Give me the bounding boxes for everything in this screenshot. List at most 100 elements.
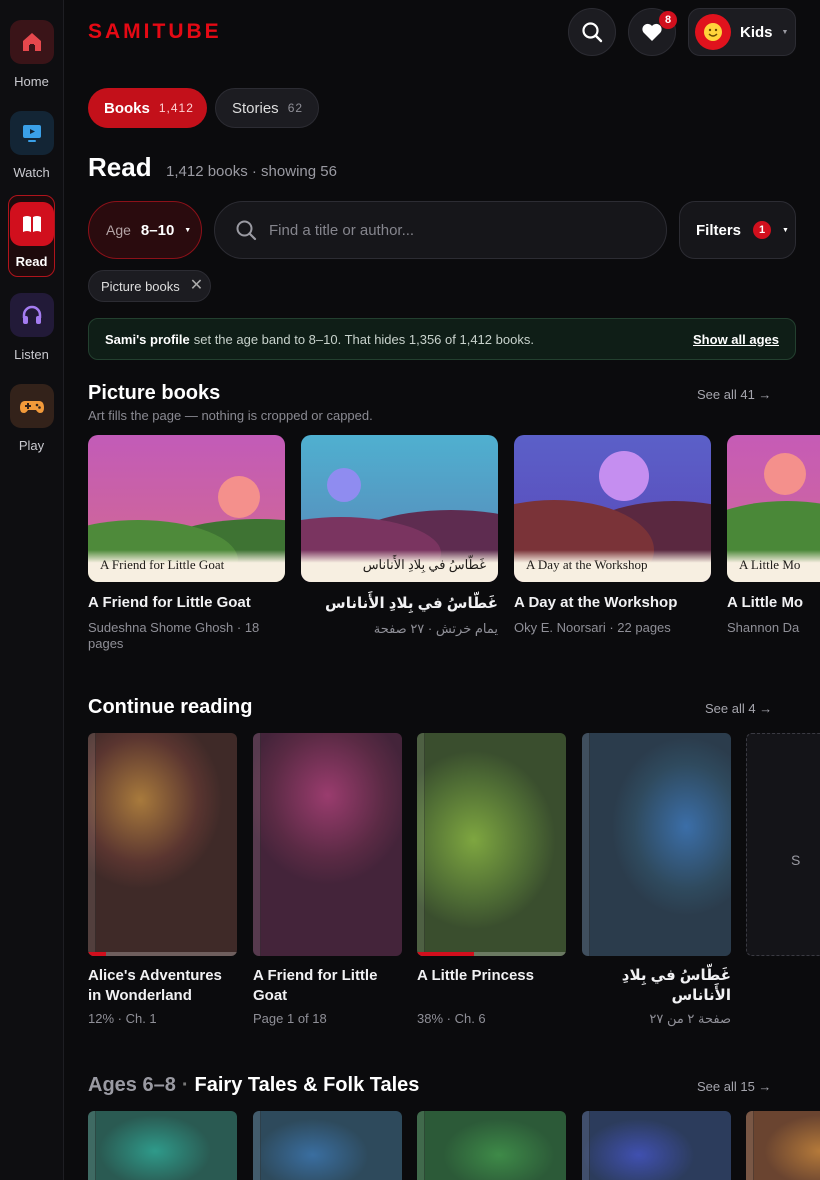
age-value: 8–10	[140, 221, 175, 239]
avatar	[695, 14, 731, 50]
sidebar-item-listen[interactable]: Listen	[0, 293, 63, 362]
section-title: Ages 6–8 · Fairy Tales & Folk Tales	[88, 1074, 419, 1097]
search-icon	[236, 220, 257, 241]
home-icon	[9, 20, 54, 64]
tab-count: 62	[287, 101, 304, 115]
book-cover: A Little Mo	[727, 435, 820, 582]
book-card[interactable]: غَطّاسُ في بِلادِ الأَناناس غَطّاسُ في ب…	[301, 435, 498, 637]
filters-label: Filters	[696, 221, 742, 239]
tab-label: Stories	[232, 99, 279, 117]
profile-switcher[interactable]: Kids ▼	[688, 8, 796, 56]
see-all-fairy-tales-link[interactable]: See all 15 →	[697, 1079, 771, 1094]
see-more-label: S	[791, 852, 801, 868]
chevron-down-icon: ▼	[781, 28, 789, 36]
chevron-down-icon: ▼	[782, 226, 789, 234]
sidebar-item-label: Home	[14, 74, 49, 89]
cover-title: A Friend for Little Goat	[100, 557, 225, 572]
sidebar-item-play[interactable]: Play	[0, 384, 63, 453]
brand-logo[interactable]: SAMITUBE	[88, 20, 222, 44]
section-title: Picture books	[88, 382, 221, 404]
see-all-picture-books-link[interactable]: See all 41 →	[697, 387, 771, 402]
reading-card[interactable]: غَطّاسُ في بِلادِ الأَناناس	[582, 733, 731, 1006]
book-cover: غَطّاسُ في بِلادِ الأَناناس	[301, 435, 498, 582]
book-card[interactable]: A Friend for Little Goat A Friend for Li…	[88, 435, 285, 652]
book-title: A Little Princess	[417, 967, 534, 984]
notice-profile: Sami's profile	[105, 331, 190, 347]
reading-card[interactable]: Alice's Adventures in Wonderland	[88, 733, 237, 1006]
book-cover: A Day at the Workshop	[514, 435, 711, 582]
book-title: A Little Mo	[727, 594, 804, 611]
tv-icon	[9, 111, 54, 155]
sidebar-item-label: Listen	[14, 347, 49, 362]
book-meta: Oky E. Noorsari · 22 pages	[514, 620, 671, 635]
sidebar-item-home[interactable]: Home	[0, 20, 63, 89]
sidebar-item-label: Read	[15, 254, 48, 269]
active-filter-chip: Picture books ✕	[88, 270, 211, 302]
book-cover: A Friend for Little Goat	[88, 435, 285, 582]
reading-progress-bar	[417, 952, 566, 956]
page-title: Read	[88, 152, 152, 182]
book-title: Alice's Adventures in Wonderland	[88, 967, 222, 1004]
reading-card[interactable]: A Little Princess	[417, 733, 566, 986]
book-cover	[88, 733, 237, 956]
favorites-button[interactable]: 8	[628, 8, 677, 56]
cover-title: A Little Mo	[739, 557, 801, 572]
sidebar-item-read[interactable]: Read	[8, 195, 55, 277]
filters-button[interactable]: Filters 1 ▼	[679, 201, 796, 259]
sidebar-item-watch[interactable]: Watch	[0, 111, 63, 180]
book-cover	[417, 733, 566, 956]
section-title: Continue reading	[88, 696, 253, 718]
picture-books-row: A Friend for Little Goat A Friend for Li…	[88, 435, 820, 660]
favorites-count-badge: 8	[659, 11, 677, 29]
gamepad-icon	[9, 384, 54, 428]
chip-label: Picture books	[101, 278, 180, 294]
book-meta: يمام خرتش · ٢٧ صفحة	[373, 621, 498, 636]
book-cover	[253, 733, 402, 956]
book-title: A Friend for Little Goat	[253, 967, 378, 1004]
book-cover	[582, 733, 731, 956]
book-meta: Shannon Da	[727, 620, 800, 635]
search-button[interactable]	[568, 8, 616, 56]
age-label: Age	[106, 222, 131, 238]
close-icon[interactable]: ✕	[190, 278, 203, 294]
reading-progress-bar	[88, 952, 237, 956]
separator: ·	[181, 1074, 189, 1096]
sidebar-item-label: Watch	[13, 165, 50, 180]
tab-books[interactable]: Books 1,412	[88, 88, 207, 128]
book-icon	[9, 202, 54, 246]
continue-reading-row: Alice's Adventures in Wonderland 12% · C…	[88, 733, 820, 1033]
tab-count: 1,412	[158, 101, 194, 115]
search-icon	[582, 22, 603, 43]
book-title: A Friend for Little Goat	[88, 594, 251, 611]
see-all-continue-reading-link[interactable]: See all 4 →	[705, 701, 772, 716]
section-age-band: Ages 6–8	[88, 1074, 176, 1096]
search-input[interactable]	[269, 221, 629, 239]
cover-title: غَطّاسُ في بِلادِ الأَناناس	[362, 557, 486, 572]
notice-message: set the age band to 8–10. That hides 1,3…	[193, 331, 534, 347]
results-summary: 1,412 books · showing 56	[166, 163, 337, 180]
book-title: غَطّاسُ في بِلادِ الأَناناس	[325, 595, 498, 612]
profile-name: Kids	[740, 23, 773, 41]
section-name: Fairy Tales & Folk Tales	[194, 1074, 420, 1096]
sidebar: Home Watch Read Listen Play	[0, 0, 64, 1180]
book-card[interactable]: A Little Mo A Little Mo Shannon Da	[727, 435, 820, 636]
reading-card[interactable]: A Friend for Little Goat	[253, 733, 402, 1006]
age-filter-button[interactable]: Age 8–10 ▼	[88, 201, 202, 259]
tab-stories[interactable]: Stories 62	[215, 88, 319, 128]
show-all-ages-link[interactable]: Show all ages	[693, 332, 779, 347]
book-title: غَطّاسُ في بِلادِ الأَناناس	[621, 967, 731, 1004]
book-title: A Day at the Workshop	[514, 594, 678, 611]
search-field[interactable]	[214, 201, 667, 259]
sidebar-item-label: Play	[18, 438, 45, 453]
see-more-card[interactable]: S	[746, 733, 820, 956]
reading-progress-text: Page 1 of 18	[253, 1011, 327, 1026]
book-cover[interactable]	[253, 1111, 402, 1180]
book-cover[interactable]	[417, 1111, 566, 1180]
book-cover[interactable]	[582, 1111, 731, 1180]
reading-progress-text: صفحة ٢ من ٢٧	[649, 1011, 731, 1026]
cover-title: A Day at the Workshop	[526, 557, 648, 572]
book-card[interactable]: A Day at the Workshop A Day at the Works…	[514, 435, 711, 636]
chevron-down-icon: ▼	[184, 226, 192, 234]
book-cover[interactable]	[88, 1111, 237, 1180]
book-cover[interactable]	[746, 1111, 820, 1180]
